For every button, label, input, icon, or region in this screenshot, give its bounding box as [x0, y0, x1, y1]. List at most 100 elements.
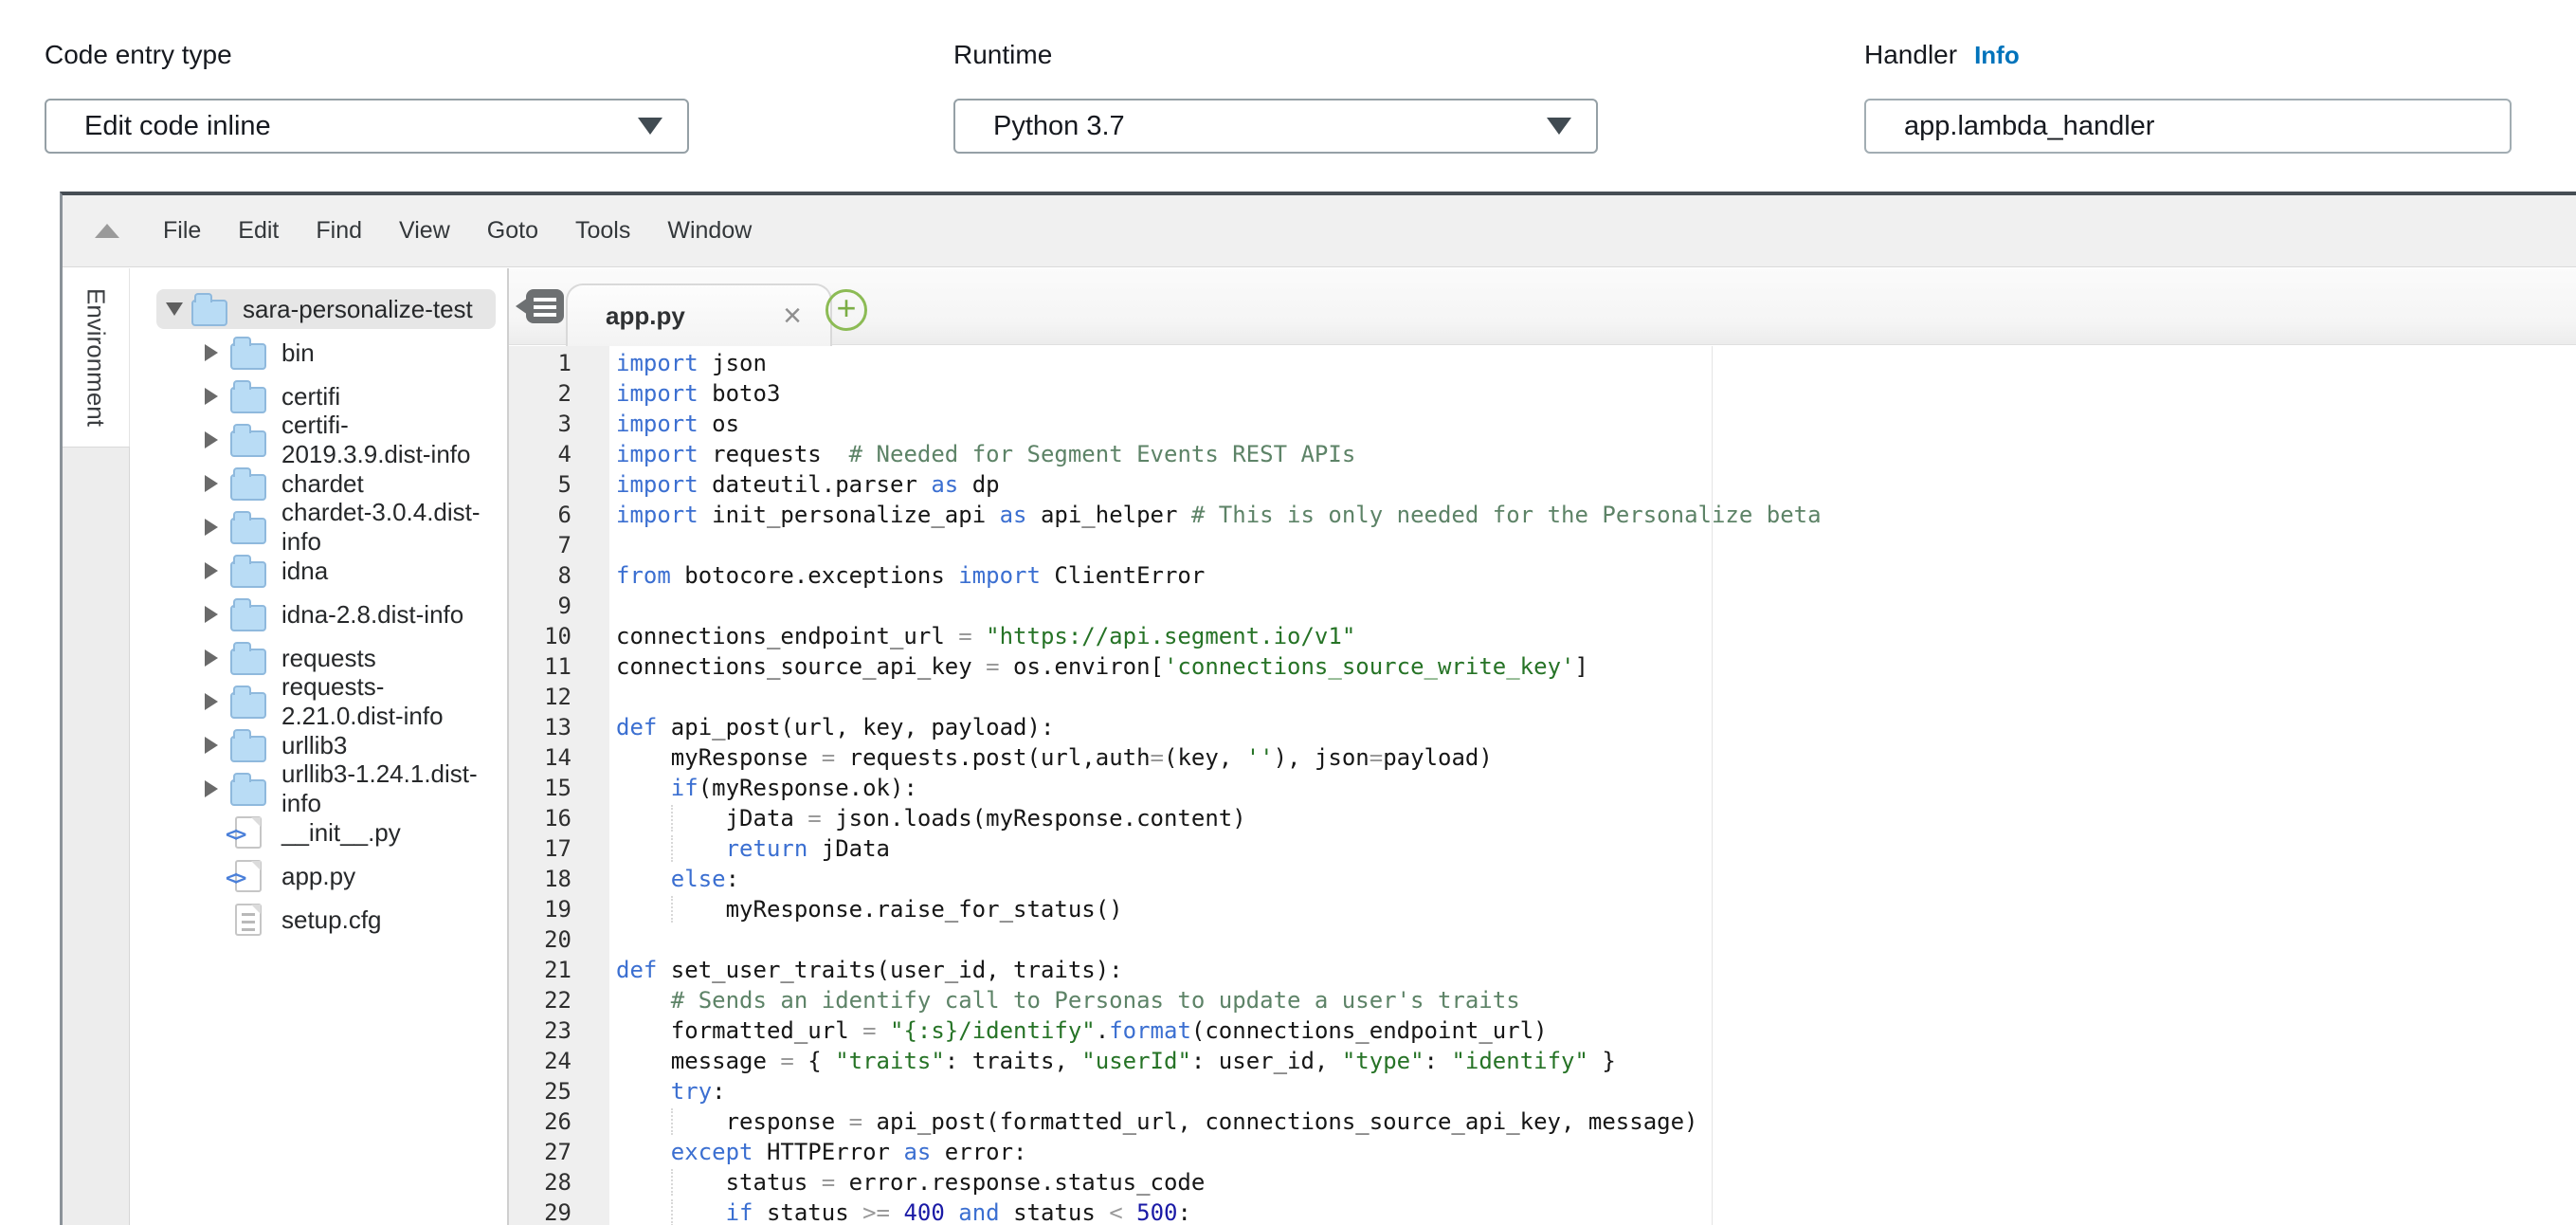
collapse-editor-button[interactable] — [93, 217, 121, 246]
line-number[interactable]: 26 — [509, 1106, 571, 1137]
line-number[interactable]: 20 — [509, 924, 571, 955]
line-number[interactable]: 7 — [509, 530, 571, 560]
menu-edit[interactable]: Edit — [238, 217, 279, 245]
code-line[interactable]: else: — [616, 864, 2576, 894]
code-line[interactable]: import requests # Needed for Segment Eve… — [616, 439, 2576, 469]
line-number[interactable]: 24 — [509, 1046, 571, 1076]
code-line[interactable]: response = api_post(formatted_url, conne… — [616, 1106, 2576, 1137]
code-line[interactable]: message = { "traits": traits, "userId": … — [616, 1046, 2576, 1076]
code-line[interactable]: import init_personalize_api as api_helpe… — [616, 500, 2576, 530]
code-line[interactable]: status = error.response.status_code — [616, 1167, 2576, 1198]
tree-item-chardet-3.0.4.dist-info[interactable]: chardet-3.0.4.dist-info — [130, 505, 507, 549]
line-number[interactable]: 25 — [509, 1076, 571, 1106]
tree-item-bin[interactable]: bin — [130, 331, 507, 375]
expand-arrow-icon[interactable] — [205, 779, 220, 798]
line-number[interactable]: 15 — [509, 773, 571, 803]
expand-arrow-icon[interactable] — [205, 343, 220, 362]
expand-arrow-icon[interactable] — [205, 387, 220, 406]
line-number[interactable]: 22 — [509, 985, 571, 1015]
line-number[interactable]: 1 — [509, 348, 571, 378]
line-number[interactable]: 16 — [509, 803, 571, 833]
line-number[interactable]: 29 — [509, 1198, 571, 1225]
line-number[interactable]: 2 — [509, 378, 571, 409]
tab-close-icon[interactable]: × — [783, 302, 802, 330]
line-number[interactable]: 27 — [509, 1137, 571, 1167]
line-number[interactable]: 12 — [509, 682, 571, 712]
line-number[interactable]: 9 — [509, 591, 571, 621]
code-line[interactable]: try: — [616, 1076, 2576, 1106]
menu-find[interactable]: Find — [316, 217, 362, 245]
code-line[interactable]: if status >= 400 and status < 500: — [616, 1198, 2576, 1225]
line-number[interactable]: 19 — [509, 894, 571, 924]
line-number[interactable]: 5 — [509, 469, 571, 500]
line-number[interactable]: 10 — [509, 621, 571, 651]
runtime-select[interactable]: Python 3.7 — [953, 99, 1598, 154]
code-line[interactable]: myResponse = requests.post(url,auth=(key… — [616, 742, 2576, 773]
code-line[interactable] — [616, 591, 2576, 621]
tree-item-idna-2.8.dist-info[interactable]: idna-2.8.dist-info — [130, 593, 507, 636]
line-number[interactable]: 21 — [509, 955, 571, 985]
code-line[interactable]: jData = json.loads(myResponse.content) — [616, 803, 2576, 833]
line-number[interactable]: 14 — [509, 742, 571, 773]
line-number[interactable]: 11 — [509, 651, 571, 682]
expand-arrow-icon[interactable] — [205, 430, 220, 449]
tab-app-py[interactable]: app.py × — [566, 283, 832, 346]
line-number[interactable]: 6 — [509, 500, 571, 530]
line-number[interactable]: 8 — [509, 560, 571, 591]
menu-tools[interactable]: Tools — [575, 217, 630, 245]
line-number-gutter[interactable]: 1234567891011121314151617181920212223242… — [509, 346, 609, 1225]
code-line[interactable]: import dateutil.parser as dp — [616, 469, 2576, 500]
expand-arrow-icon[interactable] — [205, 474, 220, 493]
code-editor-area[interactable]: 1234567891011121314151617181920212223242… — [509, 346, 2576, 1225]
code-line[interactable]: formatted_url = "{:s}/identify".format(c… — [616, 1015, 2576, 1046]
expand-arrow-icon[interactable] — [166, 300, 181, 319]
environment-tab[interactable]: Environment — [63, 268, 130, 447]
expand-arrow-icon[interactable] — [205, 518, 220, 537]
menu-file[interactable]: File — [163, 217, 201, 245]
code-line[interactable]: connections_source_api_key = os.environ[… — [616, 651, 2576, 682]
handler-input[interactable] — [1864, 99, 2512, 154]
code-line[interactable]: def api_post(url, key, payload): — [616, 712, 2576, 742]
code-line[interactable]: myResponse.raise_for_status() — [616, 894, 2576, 924]
code-line[interactable] — [616, 682, 2576, 712]
line-number[interactable]: 28 — [509, 1167, 571, 1198]
code-line[interactable]: return jData — [616, 833, 2576, 864]
line-number[interactable]: 18 — [509, 864, 571, 894]
code-line[interactable]: connections_endpoint_url = "https://api.… — [616, 621, 2576, 651]
expand-arrow-icon[interactable] — [205, 605, 220, 624]
expand-arrow-icon[interactable] — [205, 561, 220, 580]
code-content[interactable]: import jsonimport boto3import osimport r… — [609, 346, 2576, 1225]
code-line[interactable]: import json — [616, 348, 2576, 378]
menu-view[interactable]: View — [399, 217, 450, 245]
code-line[interactable]: # Sends an identify call to Personas to … — [616, 985, 2576, 1015]
line-number[interactable]: 17 — [509, 833, 571, 864]
code-line[interactable]: if(myResponse.ok): — [616, 773, 2576, 803]
menu-window[interactable]: Window — [667, 217, 752, 245]
code-line[interactable]: import boto3 — [616, 378, 2576, 409]
tree-item-setup.cfg[interactable]: setup.cfg — [130, 898, 507, 942]
code-line[interactable]: from botocore.exceptions import ClientEr… — [616, 560, 2576, 591]
line-number[interactable]: 4 — [509, 439, 571, 469]
expand-arrow-icon[interactable] — [205, 692, 220, 711]
new-tab-button[interactable]: + — [825, 289, 867, 331]
tree-item-urllib3-1.24.1.dist-info[interactable]: urllib3-1.24.1.dist-info — [130, 767, 507, 811]
code-line[interactable]: import os — [616, 409, 2576, 439]
tab-list-icon[interactable] — [526, 289, 564, 323]
line-number[interactable]: 3 — [509, 409, 571, 439]
code-line[interactable]: except HTTPError as error: — [616, 1137, 2576, 1167]
handler-info-link[interactable]: Info — [1974, 41, 2020, 70]
line-number[interactable]: 23 — [509, 1015, 571, 1046]
expand-arrow-icon[interactable] — [205, 649, 220, 667]
code-line[interactable] — [616, 530, 2576, 560]
code-line[interactable]: def set_user_traits(user_id, traits): — [616, 955, 2576, 985]
tree-item-app.py[interactable]: <>app.py — [130, 854, 507, 898]
line-number[interactable]: 13 — [509, 712, 571, 742]
code-entry-type-select[interactable]: Edit code inline — [45, 99, 689, 154]
tree-item-certifi-2019.3.9.dist-info[interactable]: certifi-2019.3.9.dist-info — [130, 418, 507, 462]
tree-item-label: certifi — [281, 382, 340, 411]
tree-item-requests-2.21.0.dist-info[interactable]: requests-2.21.0.dist-info — [130, 680, 507, 723]
menu-goto[interactable]: Goto — [487, 217, 538, 245]
code-line[interactable] — [616, 924, 2576, 955]
expand-arrow-icon[interactable] — [205, 736, 220, 755]
tree-item-sara-personalize-test[interactable]: sara-personalize-test — [130, 287, 507, 331]
